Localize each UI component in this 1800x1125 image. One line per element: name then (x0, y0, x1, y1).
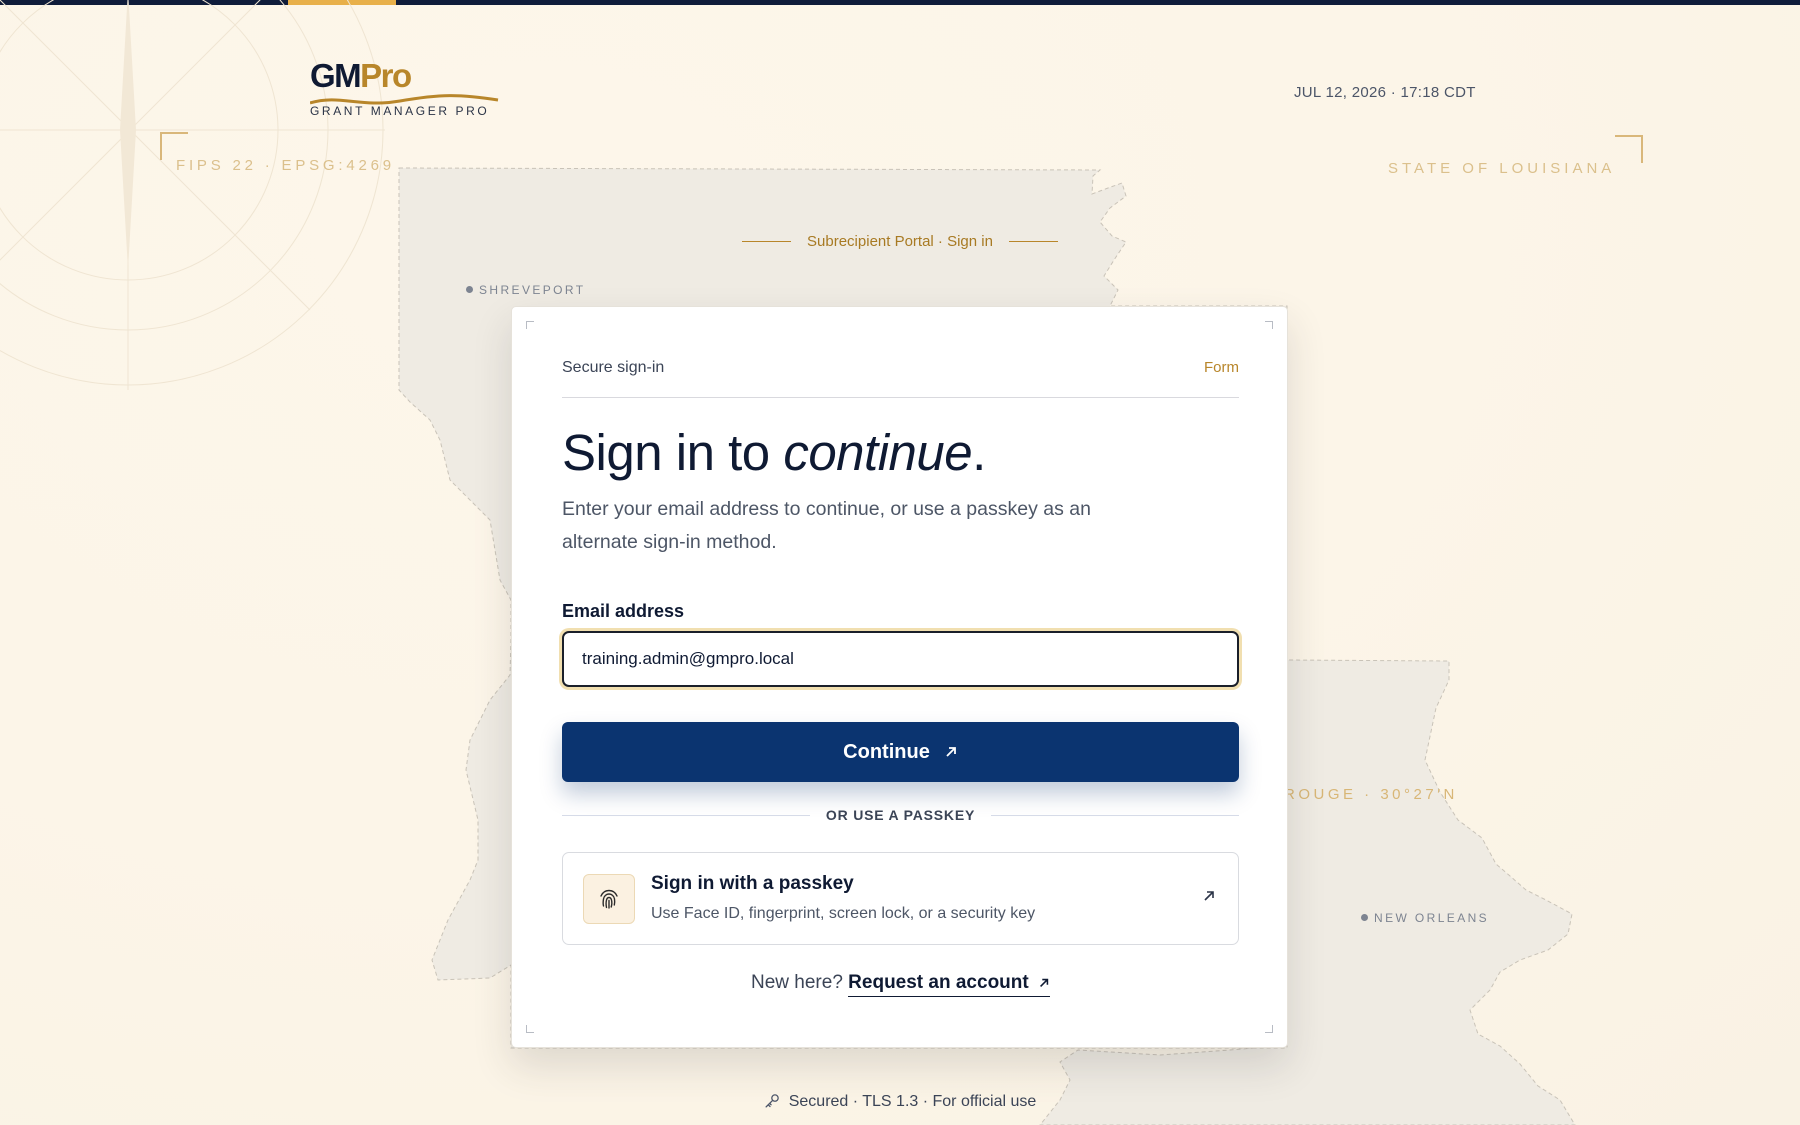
map-coordinate-label: FIPS 22 · EPSG:4269 (176, 157, 395, 174)
or-divider: OR USE A PASSKEY (562, 807, 1240, 823)
card-header: Secure sign-in Form (562, 359, 1239, 377)
arrow-up-right-icon (1040, 978, 1049, 987)
passkey-title: Sign in with a passkey (651, 873, 854, 894)
top-bar-accent (288, 0, 396, 5)
city-dot-icon (1361, 914, 1368, 921)
email-input[interactable] (562, 631, 1239, 687)
divider-line (562, 814, 810, 816)
city-label-shreveport: SHREVEPORT (466, 283, 585, 297)
continue-button[interactable]: Continue (562, 722, 1239, 782)
request-account-link[interactable]: Request an account (848, 972, 1050, 997)
portal-label: Subrecipient Portal · Sign in (742, 233, 1058, 250)
arrow-up-right-icon (1204, 891, 1214, 901)
key-icon (765, 1094, 779, 1108)
email-label: Email address (562, 601, 685, 621)
timestamp: JUL 12, 2026 · 17:18 CDT (1294, 84, 1476, 101)
logo-wordmark: GMPro (310, 57, 412, 94)
card-header-label: Secure sign-in (562, 359, 665, 376)
divider-line (991, 814, 1240, 816)
card-corner-tick (526, 321, 534, 329)
logo[interactable]: GMPro GRANT MANAGER PRO (310, 57, 499, 118)
map-coordinate-label-bottom: ROUGE · 30°27′N (1284, 786, 1458, 803)
portal-label-rule (1008, 241, 1058, 242)
card-header-divider (562, 397, 1239, 398)
security-footer: Secured · TLS 1.3 · For official use (0, 1092, 1800, 1111)
portal-label-rule (742, 241, 792, 242)
fingerprint-icon (583, 874, 635, 924)
arrow-up-right-icon (946, 747, 956, 757)
top-bar (0, 0, 1800, 5)
card-corner-tick (1265, 1025, 1273, 1033)
card-header-tag: Form (1204, 359, 1239, 376)
page-subtitle: Enter your email address to continue, or… (562, 498, 1091, 553)
sign-in-card: Secure sign-in Form Sign in to continue.… (511, 306, 1288, 1048)
map-state-label: STATE OF LOUISIANA (1388, 160, 1616, 177)
page: GMPro GRANT MANAGER PRO JUL 12, 2026 · 1… (0, 0, 1800, 1125)
page-title: Sign in to continue. (562, 424, 986, 481)
logo-wave-icon (310, 94, 499, 105)
city-dot-icon (466, 286, 473, 293)
passkey-button[interactable]: Sign in with a passkey Use Face ID, fing… (562, 852, 1239, 945)
frame-corner-top-left (160, 132, 188, 160)
card-corner-tick (526, 1025, 534, 1033)
card-corner-tick (1265, 321, 1273, 329)
passkey-description: Use Face ID, fingerprint, screen lock, o… (651, 905, 1036, 922)
frame-corner-top-right (1615, 135, 1643, 163)
new-account-prompt: New here? Request an account (562, 972, 1239, 997)
city-label-new-orleans: NEW ORLEANS (1361, 911, 1489, 925)
